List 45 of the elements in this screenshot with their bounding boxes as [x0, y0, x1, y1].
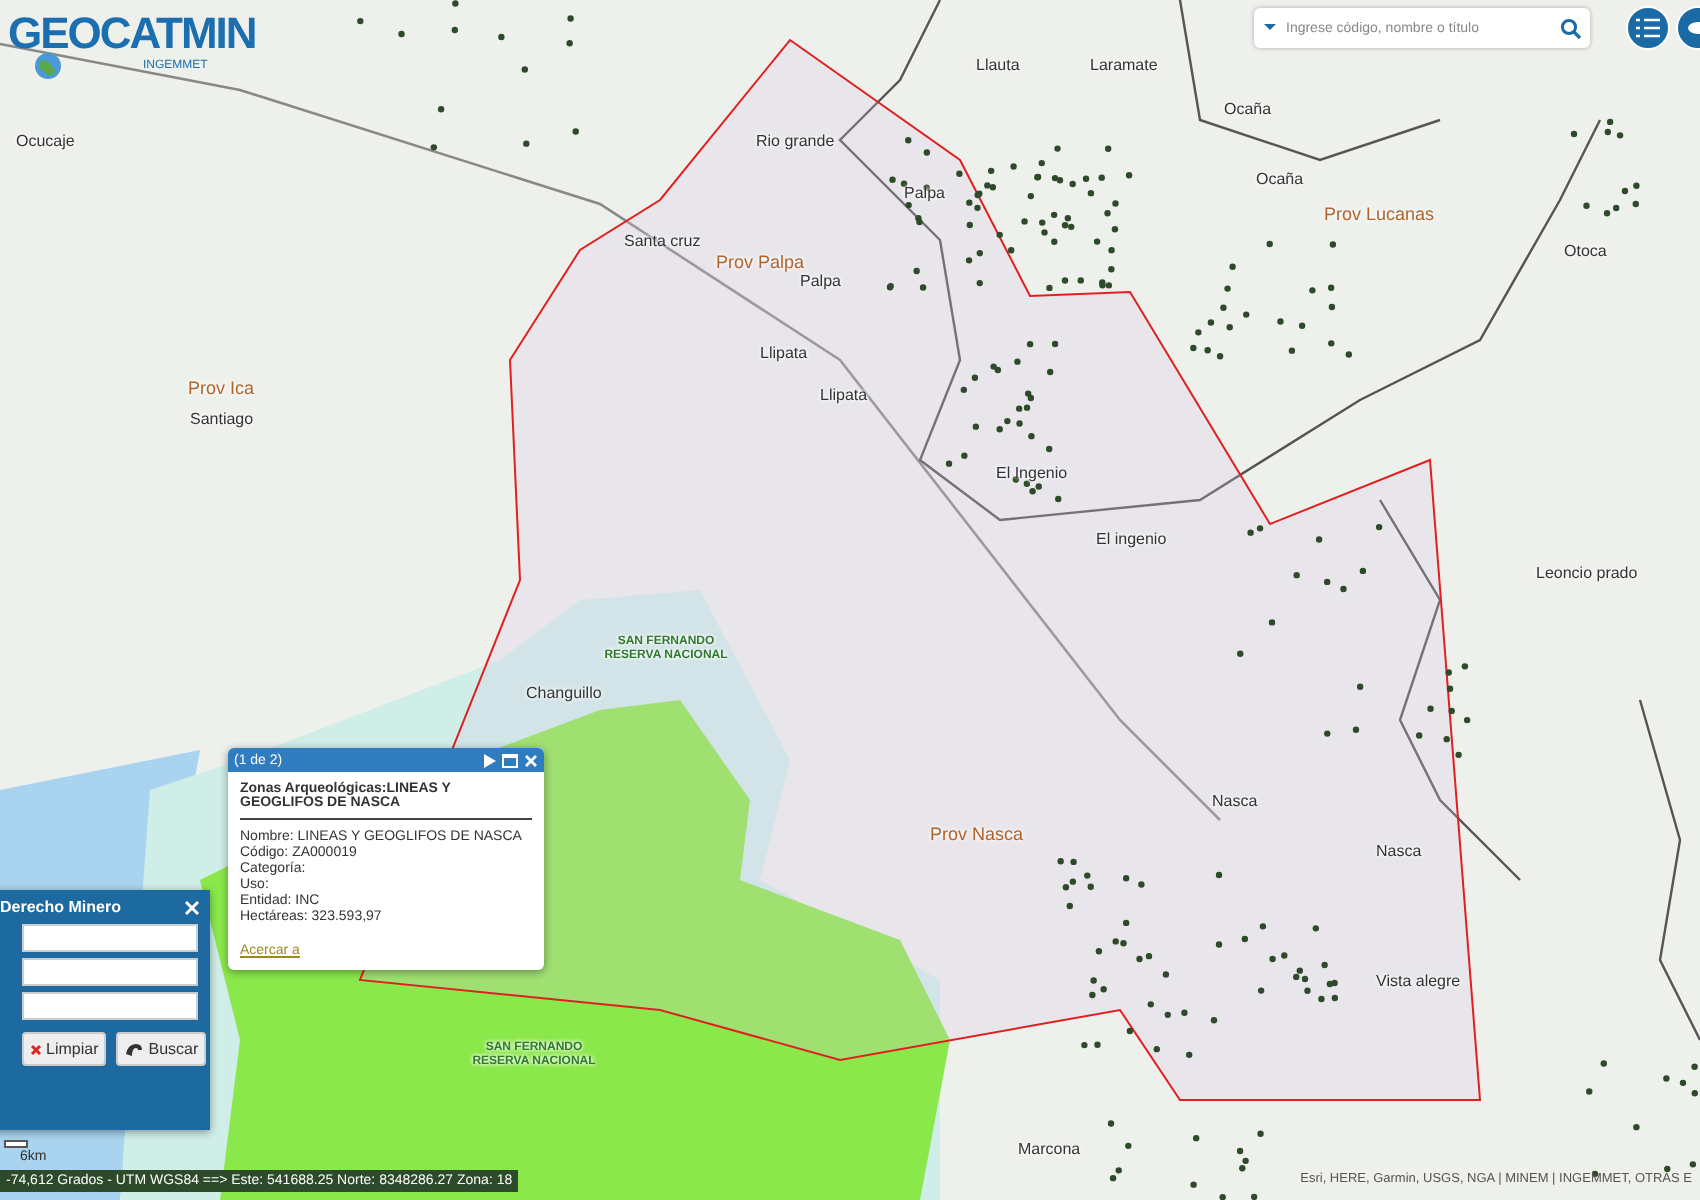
close-x-icon [30, 1043, 42, 1055]
place-label: Prov Lucanas [1324, 204, 1435, 224]
place-label: Prov Palpa [716, 252, 805, 272]
next-arrow-icon[interactable] [484, 753, 496, 767]
place-label: Prov Nasca [930, 824, 1024, 844]
place-label: Ocaña [1224, 100, 1272, 118]
clear-button[interactable]: Limpiar [22, 1032, 107, 1066]
place-label: Changuillo [526, 684, 602, 702]
search-button[interactable]: Buscar [116, 1032, 207, 1066]
scale-bar [4, 1140, 28, 1148]
input-field[interactable] [22, 992, 198, 1020]
place-label: Marcona [1018, 1140, 1081, 1158]
place-label: Otoca [1564, 242, 1607, 260]
logo-title: GEOCATMIN [6, 8, 256, 59]
place-label: Prov Ica [188, 378, 255, 398]
place-label: Palpa [800, 272, 841, 290]
dialog-title: Derecho Minero [0, 898, 121, 916]
place-label: Ocaña [1256, 170, 1304, 188]
place-label: Ocucaje [16, 132, 75, 150]
place-label: Llipata [820, 386, 868, 404]
map-view[interactable] [0, 0, 1700, 1200]
close-icon[interactable] [524, 753, 538, 767]
place-label: Llipata [760, 344, 808, 362]
maximize-icon[interactable] [502, 753, 518, 767]
place-label: Nasca [1212, 792, 1258, 810]
search-icon[interactable] [1560, 17, 1582, 39]
list-icon [1636, 18, 1660, 38]
list-menu-button[interactable] [1626, 6, 1670, 50]
place-label: Leoncio prado [1536, 564, 1638, 582]
place-label: Nasca [1376, 842, 1422, 860]
place-label: Laramate [1090, 56, 1158, 74]
input-field[interactable] [22, 958, 198, 986]
place-label: El ingenio [1096, 530, 1167, 548]
place-label: Palpa [904, 184, 945, 202]
close-button[interactable] [184, 899, 200, 915]
place-label: Santiago [190, 410, 254, 428]
dropdown-caret-icon[interactable] [1262, 22, 1278, 34]
close-icon [184, 899, 200, 915]
place-label: Rio grande [756, 132, 835, 150]
place-label: Llauta [976, 56, 1020, 74]
input-field[interactable] [22, 924, 198, 952]
place-label: Santa cruz [624, 232, 701, 250]
globe-icon[interactable] [34, 52, 62, 80]
place-label: Vista alegre [1376, 972, 1461, 990]
place-label: El Ingenio [996, 464, 1068, 482]
